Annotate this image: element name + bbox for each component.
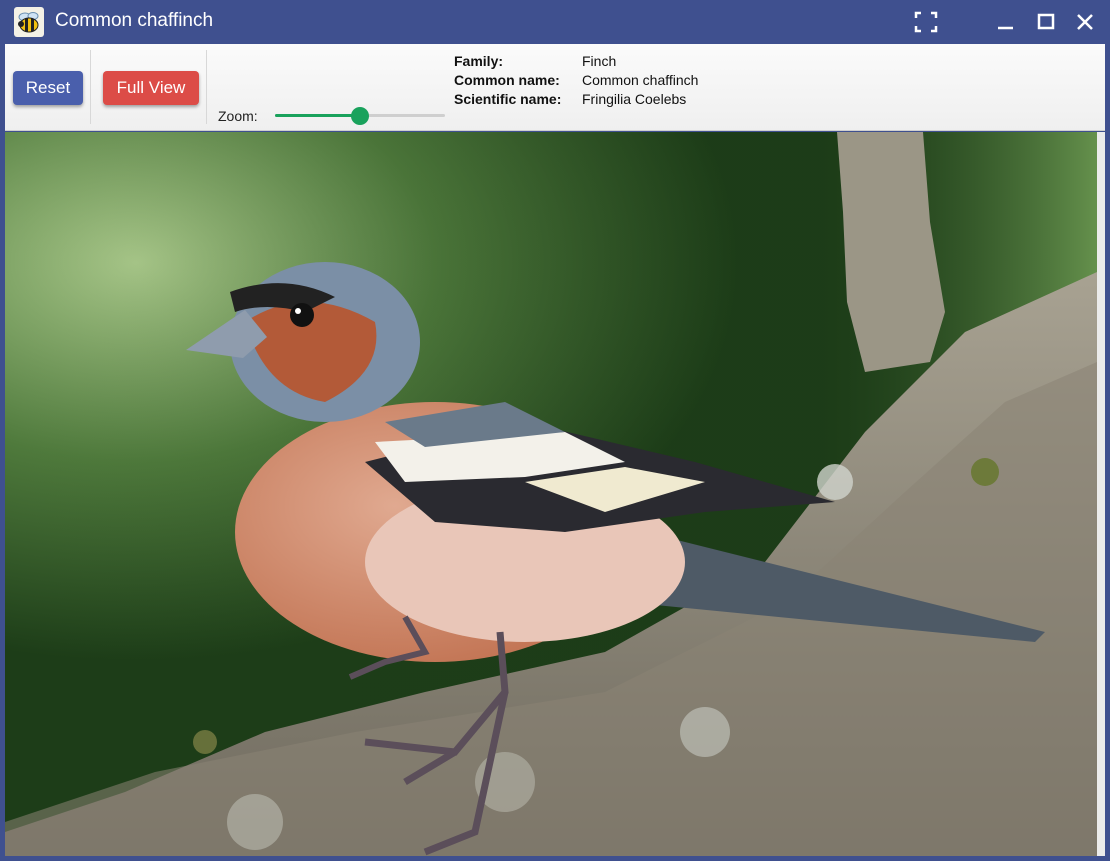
toolbar: Reset Full View Zoom: Family: Finch Comm…: [5, 44, 1105, 131]
window-title: Common chaffinch: [55, 10, 214, 31]
info-key: Scientific name:: [454, 91, 562, 107]
close-icon[interactable]: [1070, 8, 1100, 36]
toolbar-divider: [206, 50, 207, 124]
minimize-icon[interactable]: [991, 8, 1021, 36]
maximize-icon[interactable]: [1031, 8, 1061, 36]
info-key: Family:: [454, 53, 504, 69]
toolbar-divider: [90, 50, 91, 124]
info-value: Finch: [582, 53, 617, 69]
zoom-slider-fill: [275, 114, 360, 117]
info-row-family: Family: Finch: [454, 52, 698, 71]
vertical-scrollbar[interactable]: [1097, 132, 1105, 856]
info-key: Common name:: [454, 72, 560, 88]
reset-button[interactable]: Reset: [13, 71, 83, 105]
info-value: Common chaffinch: [582, 72, 699, 88]
zoom-slider-thumb[interactable]: [351, 107, 369, 125]
info-row-common-name: Common name: Common chaffinch: [454, 71, 698, 90]
fullscreen-icon[interactable]: [911, 8, 941, 36]
zoom-label: Zoom:: [218, 108, 258, 124]
bird-photo[interactable]: [5, 132, 1097, 856]
title-bar: Common chaffinch: [0, 0, 1110, 44]
zoom-slider[interactable]: [275, 106, 445, 126]
bee-icon: [14, 7, 44, 37]
bird-info: Family: Finch Common name: Common chaffi…: [454, 52, 698, 109]
info-row-scientific-name: Scientific name: Fringilia Coelebs: [454, 90, 698, 109]
full-view-button[interactable]: Full View: [103, 71, 199, 105]
info-value: Fringilia Coelebs: [582, 91, 687, 107]
